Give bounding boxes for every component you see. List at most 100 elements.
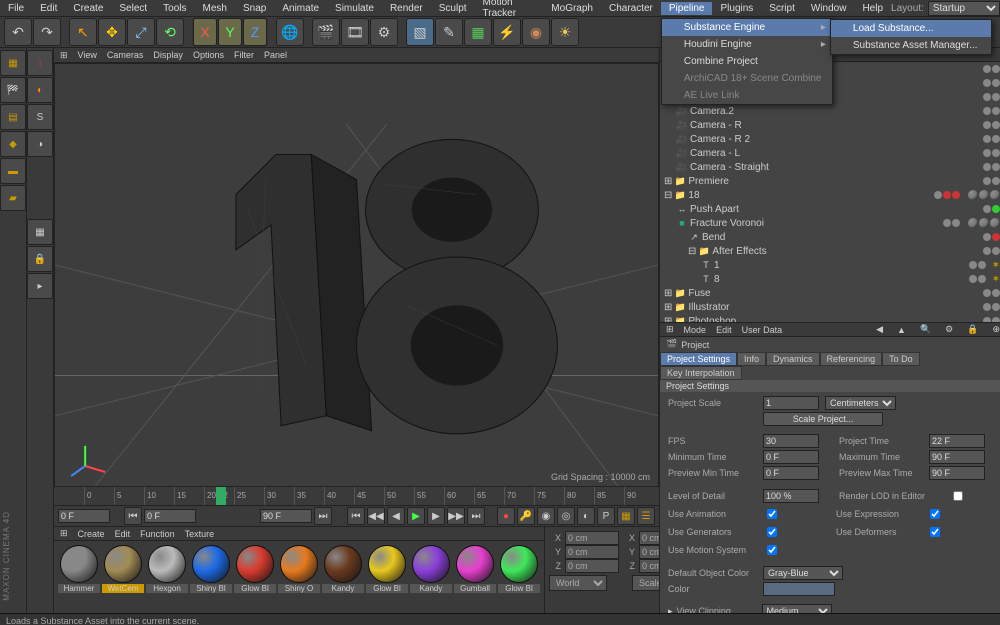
attr-tab-edit[interactable]: Edit (716, 325, 732, 335)
mat-tab-create[interactable]: Create (78, 529, 105, 539)
attr-toolbar-icon[interactable]: ⊕ (992, 324, 1000, 335)
menu-script[interactable]: Script (761, 2, 803, 15)
anim-checkbox[interactable] (767, 509, 777, 519)
min-field[interactable] (763, 450, 819, 464)
attr-inner-tab-dynamics[interactable]: Dynamics (766, 352, 820, 366)
tree-row-6[interactable]: 🎥Camera - L (660, 146, 1000, 160)
proj-scale-unit[interactable]: Centimeters (825, 396, 896, 410)
timeline-ruler[interactable]: 05101520222530354045505560657075808590 (54, 486, 659, 505)
model-mode[interactable]: ▦ (0, 50, 26, 76)
attr-toolbar-icon[interactable]: 🔍 (920, 324, 931, 335)
tree-row-18[interactable]: ⊞📁Photoshop (660, 314, 1000, 322)
material-4[interactable]: Glow Bl (234, 545, 276, 609)
coord-mode[interactable]: 🌐 (276, 18, 304, 46)
tree-row-11[interactable]: ■Fracture Voronoi (660, 216, 1000, 230)
perspective-viewport[interactable]: Perspective (54, 63, 659, 486)
menu-help[interactable]: Help (854, 2, 891, 15)
tree-row-3[interactable]: 🎥Camera.2 (660, 104, 1000, 118)
pmin-field[interactable] (763, 466, 819, 480)
substance-item-0[interactable]: Load Substance... (831, 20, 991, 37)
menu-window[interactable]: Window (803, 2, 855, 15)
mat-tab-texture[interactable]: Texture (185, 529, 215, 539)
pipeline-item-0[interactable]: Substance Engine▸Load Substance...Substa… (662, 19, 832, 36)
key-param[interactable]: P (597, 507, 615, 525)
expand-icon[interactable]: ⊞ (664, 302, 672, 313)
menu-animate[interactable]: Animate (274, 2, 327, 15)
def-checkbox[interactable] (930, 527, 940, 537)
end-frame-field[interactable] (260, 509, 312, 523)
attr-toolbar-icon[interactable]: 🔒 (967, 324, 978, 335)
tree-row-12[interactable]: ↗Bend (660, 230, 1000, 244)
menu-motion-tracker[interactable]: Motion Tracker (475, 0, 544, 20)
expand-icon[interactable]: ⊞ (664, 176, 672, 187)
attr-tab-user-data[interactable]: User Data (742, 325, 783, 335)
view-tab-display[interactable]: Display (153, 50, 183, 60)
select-tool[interactable]: ↖ (69, 18, 97, 46)
fps-field[interactable] (763, 434, 819, 448)
material-8[interactable]: Kandy (410, 545, 452, 609)
record-button[interactable]: ● (497, 507, 515, 525)
pipeline-item-2[interactable]: Combine Project (662, 53, 832, 70)
tree-row-4[interactable]: 🎥Camera - R (660, 118, 1000, 132)
point-mode[interactable]: ◆ (0, 131, 26, 157)
material-5[interactable]: Shiny O (278, 545, 320, 609)
z-axis-toggle[interactable]: Z (243, 18, 267, 46)
attr-inner-tab-to-do[interactable]: To Do (882, 352, 920, 366)
layout-select[interactable]: Startup (928, 1, 1000, 16)
expand-icon[interactable]: ⊟ (688, 246, 696, 257)
mat-layout-icon[interactable]: ⊞ (60, 528, 68, 539)
goto-end[interactable]: ⏭ (314, 507, 332, 525)
defc-select[interactable]: Gray-Blue (763, 566, 843, 580)
menu-create[interactable]: Create (65, 2, 111, 15)
tree-row-8[interactable]: ⊞📁Premiere (660, 174, 1000, 188)
menu-tools[interactable]: Tools (155, 2, 194, 15)
gen-checkbox[interactable] (767, 527, 777, 537)
key-scale[interactable]: ◎ (557, 507, 575, 525)
lod-field[interactable] (763, 489, 819, 503)
lock-view[interactable]: 🔒 (27, 246, 53, 272)
prev-key[interactable]: ◀◀ (367, 507, 385, 525)
menu-character[interactable]: Character (601, 2, 661, 15)
material-1[interactable]: WetCem (102, 545, 144, 609)
key-interp-tab[interactable]: Key Interpolation (660, 366, 742, 380)
mat-tab-function[interactable]: Function (140, 529, 175, 539)
subdiv-tool[interactable]: ▦ (464, 18, 492, 46)
attr-inner-tab-project-settings[interactable]: Project Settings (660, 352, 737, 366)
material-3[interactable]: Shiny Bl (190, 545, 232, 609)
attr-tab-mode[interactable]: Mode (684, 325, 707, 335)
soft-select[interactable]: S (27, 104, 53, 130)
texture-mode[interactable]: 🏁 (0, 77, 26, 103)
material-7[interactable]: Glow Bl (366, 545, 408, 609)
tree-row-10[interactable]: ↔Push Apart (660, 202, 1000, 216)
enable-axis[interactable]: ↕ (27, 50, 53, 76)
attr-layout-icon[interactable]: ⊞ (666, 324, 674, 335)
material-10[interactable]: Glow Bl (498, 545, 540, 609)
scale-project-button[interactable]: Scale Project... (763, 412, 883, 426)
cube-primitive[interactable]: ▧ (406, 18, 434, 46)
environment-tool[interactable]: ☀ (551, 18, 579, 46)
current-frame-field[interactable] (58, 509, 110, 523)
move-tool[interactable]: ✥ (98, 18, 126, 46)
view-tab-options[interactable]: Options (193, 50, 224, 60)
tweak-mode[interactable]: ◑ (27, 131, 53, 157)
menu-select[interactable]: Select (111, 2, 155, 15)
max-field[interactable] (929, 450, 985, 464)
cam-view[interactable]: ▸ (27, 273, 53, 299)
tree-row-16[interactable]: ⊞📁Fuse (660, 286, 1000, 300)
tree-row-15[interactable]: T8✶ (660, 272, 1000, 286)
anim-layer[interactable]: ☰ (637, 507, 655, 525)
menu-simulate[interactable]: Simulate (327, 2, 382, 15)
key-rot[interactable]: ◐ (577, 507, 595, 525)
workplane-mode[interactable]: ▤ (0, 104, 26, 130)
tree-row-9[interactable]: ⊟📁18 (660, 188, 1000, 202)
attr-toolbar-icon[interactable]: ◀ (876, 324, 883, 335)
attr-toolbar-icon[interactable]: ⚙ (945, 324, 953, 335)
expand-icon[interactable]: ⊞ (664, 288, 672, 299)
tree-row-17[interactable]: ⊞📁Illustrator (660, 300, 1000, 314)
goto-start[interactable]: ⏮ (124, 507, 142, 525)
menu-file[interactable]: File (0, 2, 32, 15)
view-tab-cameras[interactable]: Cameras (107, 50, 144, 60)
material-2[interactable]: Hexgon (146, 545, 188, 609)
rlod-checkbox[interactable] (953, 491, 963, 501)
viewport-layout-icon[interactable]: ⊞ (60, 50, 68, 61)
